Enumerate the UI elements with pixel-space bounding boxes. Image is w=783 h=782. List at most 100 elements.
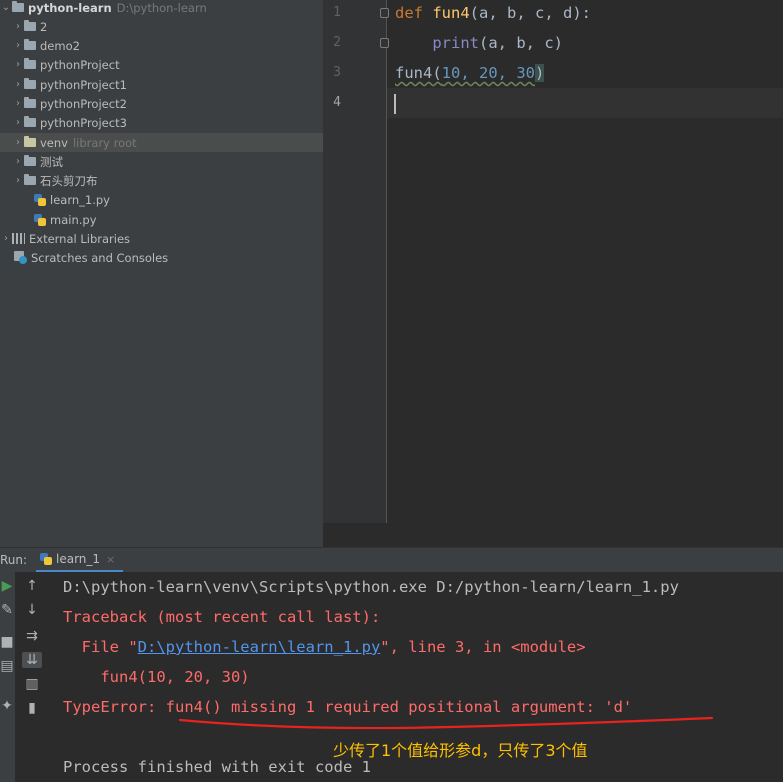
chevron-down-icon[interactable]: ⌄	[0, 2, 12, 13]
tree-item-pythonproject1[interactable]: › pythonProject1	[0, 75, 323, 94]
tree-item-pythonproject[interactable]: › pythonProject	[0, 55, 323, 74]
exit-status: Process finished with exit code 1	[63, 758, 371, 776]
folder-icon	[24, 78, 36, 89]
traceback-file-line: File "D:\python-learn\learn_1.py", line …	[63, 638, 586, 656]
error-message: fun4() missing 1 required positional arg…	[165, 698, 633, 716]
soft-wrap-icon[interactable]: ⇉	[22, 628, 42, 644]
call-name: fun4(	[395, 64, 442, 82]
line-number: 3	[333, 65, 341, 80]
folder-icon	[24, 174, 36, 185]
tree-item-external-libraries[interactable]: › External Libraries	[0, 229, 323, 248]
fold-end-icon[interactable]	[380, 38, 389, 48]
error-type: TypeError:	[63, 698, 166, 716]
text-caret	[394, 94, 396, 114]
chevron-right-icon[interactable]: ›	[12, 79, 24, 90]
chevron-right-icon[interactable]: ›	[0, 233, 12, 244]
libraries-icon	[12, 233, 25, 244]
line-number-active: 4	[333, 95, 341, 110]
run-tool-window-header: Run: learn_1 ×	[0, 547, 783, 573]
tree-item-main[interactable]: main.py	[0, 210, 323, 229]
code-line-2[interactable]: print(a, b, c)	[395, 34, 563, 52]
run-actions-strip: ▶ ✎ ■ ▤ ✦	[0, 572, 15, 782]
tree-item-label: pythonProject	[40, 57, 120, 72]
arrow-down-icon[interactable]: ↓	[22, 602, 42, 618]
tree-item-label: pythonProject2	[40, 96, 127, 111]
file-link[interactable]: D:\python-learn\learn_1.py	[138, 638, 381, 656]
close-icon[interactable]: ×	[106, 553, 115, 566]
function-params: (a, b, c, d):	[469, 4, 591, 22]
call-args: 10, 20, 30	[441, 64, 535, 82]
chevron-right-icon[interactable]: ›	[12, 59, 24, 70]
tree-item-venv[interactable]: › venv library root	[0, 133, 323, 152]
traceback-header: Traceback (most recent call last):	[63, 608, 381, 626]
folder-icon	[24, 155, 36, 166]
library-folder-icon	[24, 136, 36, 147]
tree-item-label: 石头剪刀布	[40, 173, 98, 188]
chevron-right-icon[interactable]: ›	[12, 137, 24, 148]
error-line: TypeError: fun4() missing 1 required pos…	[63, 698, 632, 716]
tree-item-label: learn_1.py	[50, 192, 110, 207]
project-tool-window: ⌄ python-learn D:\python-learn › 2 › dem…	[0, 0, 323, 547]
fold-start-icon[interactable]	[380, 8, 389, 18]
tree-item-hint: library root	[72, 135, 137, 150]
chevron-right-icon[interactable]: ›	[12, 21, 24, 32]
code-editor[interactable]: 1 2 3 4 def fun4(a, b, c, d): print(a, b…	[323, 0, 783, 547]
tree-item-scratches[interactable]: Scratches and Consoles	[0, 248, 323, 267]
file-suffix: ", line 3, in <module>	[380, 638, 586, 656]
tree-item-pythonproject2[interactable]: › pythonProject2	[0, 94, 323, 113]
tree-item-label: Scratches and Consoles	[31, 250, 169, 265]
trash-icon[interactable]: ▮	[22, 700, 42, 716]
run-label: Run:	[0, 553, 28, 567]
python-file-icon	[40, 553, 52, 565]
folder-icon	[12, 1, 24, 12]
matched-bracket: )	[535, 64, 545, 82]
tree-item-label: 2	[40, 19, 48, 34]
console-command: D:\python-learn\venv\Scripts\python.exe …	[63, 578, 679, 596]
run-tab-label: learn_1	[56, 552, 101, 566]
builtin-print: print	[432, 34, 479, 52]
folder-icon	[24, 20, 36, 31]
tree-item-demo2[interactable]: › demo2	[0, 36, 323, 55]
chevron-right-icon[interactable]: ›	[12, 40, 24, 51]
root-label: python-learn	[28, 0, 112, 15]
traceback-code-line: fun4(10, 20, 30)	[63, 668, 250, 686]
chevron-right-icon[interactable]: ›	[12, 98, 24, 109]
tree-item-test[interactable]: › 测试	[0, 152, 323, 171]
print-args: (a, b, c)	[479, 34, 563, 52]
tree-item-label: pythonProject1	[40, 77, 127, 92]
folder-icon	[24, 39, 36, 50]
scratches-icon	[14, 251, 27, 264]
chevron-right-icon[interactable]: ›	[12, 156, 24, 167]
folder-icon	[24, 116, 36, 127]
python-file-icon	[34, 213, 46, 226]
chevron-right-icon[interactable]: ›	[12, 175, 24, 186]
tree-item-label: venv	[40, 135, 68, 150]
arrow-up-icon[interactable]: ↑	[22, 578, 42, 594]
code-line-3[interactable]: fun4(10, 20, 30)	[395, 64, 545, 82]
folder-icon	[24, 58, 36, 69]
tree-item-label: External Libraries	[29, 231, 131, 246]
file-prefix: File "	[63, 638, 138, 656]
tree-item-label: 测试	[40, 154, 63, 169]
current-line-highlight	[387, 88, 783, 118]
keyword-def: def	[395, 4, 423, 22]
tree-item-pythonproject3[interactable]: › pythonProject3	[0, 113, 323, 132]
code-line-1[interactable]: def fun4(a, b, c, d):	[395, 4, 591, 22]
folder-icon	[24, 97, 36, 108]
print-icon[interactable]: ▥	[22, 676, 42, 692]
tree-item-label: demo2	[40, 38, 80, 53]
gutter-separator	[386, 0, 387, 523]
console-actions-strip: ↑ ↓ ⇉ ⇊ ▥ ▮	[15, 572, 51, 782]
python-file-icon	[34, 193, 46, 206]
annotation-note: 少传了1个值给形参d，只传了3个值	[333, 741, 588, 760]
tree-item-label: pythonProject3	[40, 115, 127, 130]
chevron-right-icon[interactable]: ›	[12, 117, 24, 128]
scroll-to-end-icon[interactable]: ⇊	[22, 652, 42, 668]
line-number: 2	[333, 35, 341, 50]
tree-item-2[interactable]: › 2	[0, 17, 323, 36]
run-tab-learn1[interactable]: learn_1 ×	[36, 548, 124, 573]
tree-item-root[interactable]: ⌄ python-learn D:\python-learn	[0, 0, 323, 17]
tree-item-learn1[interactable]: learn_1.py	[0, 190, 323, 209]
tree-item-label: main.py	[50, 212, 97, 227]
tree-item-rps[interactable]: › 石头剪刀布	[0, 171, 323, 190]
